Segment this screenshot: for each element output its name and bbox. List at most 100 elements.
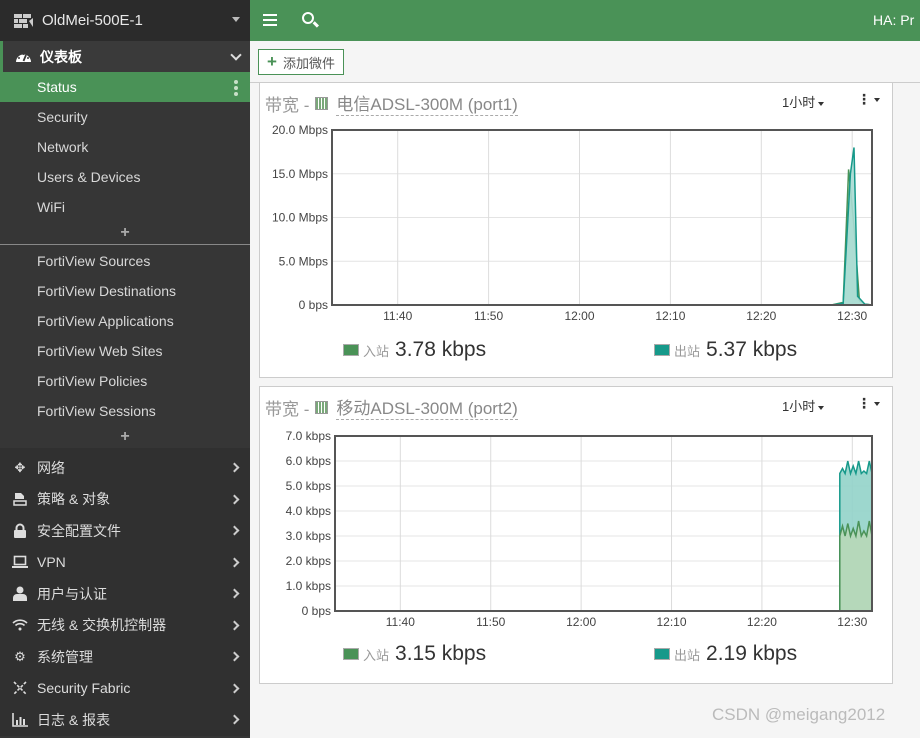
- x-tick-label: 12:00: [564, 309, 594, 323]
- more-vertical-icon[interactable]: [234, 80, 238, 98]
- toolbar: + 添加微件: [250, 41, 920, 83]
- series-line-inbound: [332, 169, 873, 306]
- x-tick-label: 12:30: [837, 309, 867, 323]
- series-area-outbound: [332, 147, 872, 305]
- add-widget-label: 添加微件: [282, 55, 335, 71]
- legend-swatch: [343, 344, 359, 356]
- sidebar-item-security[interactable]: Security: [0, 102, 250, 132]
- laptop-icon: [11, 554, 29, 570]
- y-tick-label: 0 bps: [302, 604, 331, 618]
- legend-swatch: [654, 344, 670, 356]
- sidebar-item-fortiview-sources[interactable]: FortiView Sources: [0, 246, 250, 276]
- sidebar-item-label: 网络: [37, 459, 65, 476]
- search-icon[interactable]: [302, 12, 314, 24]
- sidebar-item-label: FortiView Sessions: [37, 403, 156, 419]
- sidebar-item-policy-objects[interactable]: 策略 & 对象: [0, 484, 250, 516]
- legend-inbound: 入站 3.15 kbps: [343, 642, 486, 666]
- sidebar-item-label: FortiView Policies: [37, 373, 148, 389]
- chevron-right-icon: [229, 525, 240, 536]
- watermark: CSDN @meigang2012: [712, 705, 886, 724]
- y-tick-label: 1.0 kbps: [286, 579, 331, 593]
- sidebar-item-label: FortiView Applications: [37, 313, 174, 329]
- sidebar-item-label: VPN: [37, 554, 66, 571]
- y-tick-label: 20.0 Mbps: [272, 123, 328, 137]
- sidebar-item-label: 无线 & 交换机控制器: [37, 617, 167, 634]
- sidebar-item-label: 策略 & 对象: [37, 491, 111, 508]
- sidebar-item-fortiview-applications[interactable]: FortiView Applications: [0, 306, 250, 336]
- bandwidth-chart-port1: 0 bps 5.0 Mbps 10.0 Mbps 15.0 Mbps 20.0 Mbps…: [272, 123, 873, 323]
- y-tick-label: 2.0 kbps: [286, 554, 331, 568]
- sidebar-item-label: FortiView Sources: [37, 253, 151, 269]
- sidebar-item-fortiview-policies[interactable]: FortiView Policies: [0, 366, 250, 396]
- sidebar-item-fortiview-destinations[interactable]: FortiView Destinations: [0, 276, 250, 306]
- sidebar-item-label: FortiView Web Sites: [37, 343, 163, 359]
- series-area-inbound: [332, 169, 872, 305]
- x-tick-label: 12:10: [655, 309, 685, 323]
- fabric-icon: [11, 680, 29, 696]
- sidebar-item-system[interactable]: ⚙ 系统管理: [0, 641, 250, 673]
- sidebar-item-label: 系统管理: [37, 648, 93, 665]
- sidebar-item-security-fabric[interactable]: Security Fabric: [0, 673, 250, 705]
- legend-value: 3.15 kbps: [395, 642, 487, 665]
- x-tick-label: 11:50: [476, 615, 505, 629]
- bandwidth-widget-port2: 带宽 - 移动ADSL-300M (port2) 1小时 ⋮ 0 bps 1.0 …: [259, 386, 893, 684]
- add-fortiview-button[interactable]: +: [0, 426, 250, 448]
- add-widget-button[interactable]: + 添加微件: [258, 49, 344, 75]
- y-tick-label: 5.0 kbps: [286, 479, 331, 493]
- legend-value: 5.37 kbps: [706, 338, 798, 361]
- y-tick-label: 4.0 kbps: [286, 504, 331, 518]
- x-tick-label: 11:40: [386, 615, 415, 629]
- y-tick-label: 7.0 kbps: [286, 429, 331, 443]
- legend-label: 出站: [674, 647, 701, 663]
- legend-swatch: [343, 648, 359, 660]
- device-selector[interactable]: OldMei-500E-1: [0, 0, 250, 41]
- x-tick-label: 12:20: [746, 309, 776, 323]
- y-tick-label: 6.0 kbps: [286, 454, 331, 468]
- hamburger-menu-icon[interactable]: [263, 14, 277, 29]
- sidebar-item-status[interactable]: Status: [0, 72, 250, 102]
- sidebar-item-label: 安全配置文件: [37, 522, 121, 539]
- chevron-right-icon: [229, 588, 240, 599]
- sidebar-item-wireless-switch[interactable]: 无线 & 交换机控制器: [0, 610, 250, 642]
- chevron-down-icon: [230, 49, 242, 61]
- sidebar-item-label: WiFi: [37, 199, 65, 215]
- dashboard-label: 仪表板: [40, 48, 82, 65]
- lock-icon: [11, 523, 29, 539]
- sidebar-item-wifi[interactable]: WiFi: [0, 192, 250, 222]
- legend-outbound: 出站 2.19 kbps: [654, 642, 797, 666]
- add-dashboard-button[interactable]: +: [0, 222, 250, 244]
- sidebar-item-vpn[interactable]: VPN: [0, 547, 250, 579]
- sidebar-item-users-devices[interactable]: Users & Devices: [0, 162, 250, 192]
- x-tick-label: 12:00: [566, 615, 596, 629]
- plus-icon: +: [267, 52, 277, 71]
- sidebar-item-security-profiles[interactable]: 安全配置文件: [0, 515, 250, 547]
- sidebar-section-dashboard[interactable]: 仪表板: [0, 41, 250, 72]
- sidebar-item-label: FortiView Destinations: [37, 283, 177, 299]
- sidebar-item-network-cn[interactable]: ✥ 网络: [0, 452, 250, 484]
- chevron-right-icon: [229, 714, 240, 725]
- wifi-icon: [11, 617, 29, 633]
- y-tick-label: 15.0 Mbps: [272, 167, 328, 181]
- bandwidth-chart-port2: 0 bps 1.0 kbps 2.0 kbps 3.0 kbps 4.0 kbps 5.0…: [286, 429, 873, 629]
- bar-chart-icon: [11, 712, 29, 728]
- sidebar-item-fortiview-web-sites[interactable]: FortiView Web Sites: [0, 336, 250, 366]
- policy-icon: [11, 491, 29, 507]
- dashboard-gauge-icon: [16, 52, 31, 62]
- x-tick-label: 12:20: [747, 615, 777, 629]
- sidebar-item-label: 日志 & 报表: [37, 711, 111, 728]
- legend-inbound: 入站 3.78 kbps: [343, 338, 486, 362]
- x-tick-label: 11:40: [383, 309, 412, 323]
- sidebar-item-label: 用户与认证: [37, 585, 107, 602]
- sidebar-item-fortiview-sessions[interactable]: FortiView Sessions: [0, 396, 250, 426]
- chevron-right-icon: [229, 651, 240, 662]
- y-tick-label: 3.0 kbps: [286, 529, 331, 543]
- ha-status[interactable]: HA: Pr: [873, 12, 914, 28]
- sidebar-item-label: Security: [37, 109, 88, 125]
- x-tick-label: 11:50: [474, 309, 503, 323]
- gear-icon: ⚙: [14, 648, 26, 664]
- sidebar-item-network[interactable]: Network: [0, 132, 250, 162]
- sidebar-item-user-auth[interactable]: 用户与认证: [0, 578, 250, 610]
- x-tick-label: 12:10: [657, 615, 687, 629]
- sidebar-item-log-report[interactable]: 日志 & 报表: [0, 704, 250, 736]
- firewall-icon: [14, 13, 33, 28]
